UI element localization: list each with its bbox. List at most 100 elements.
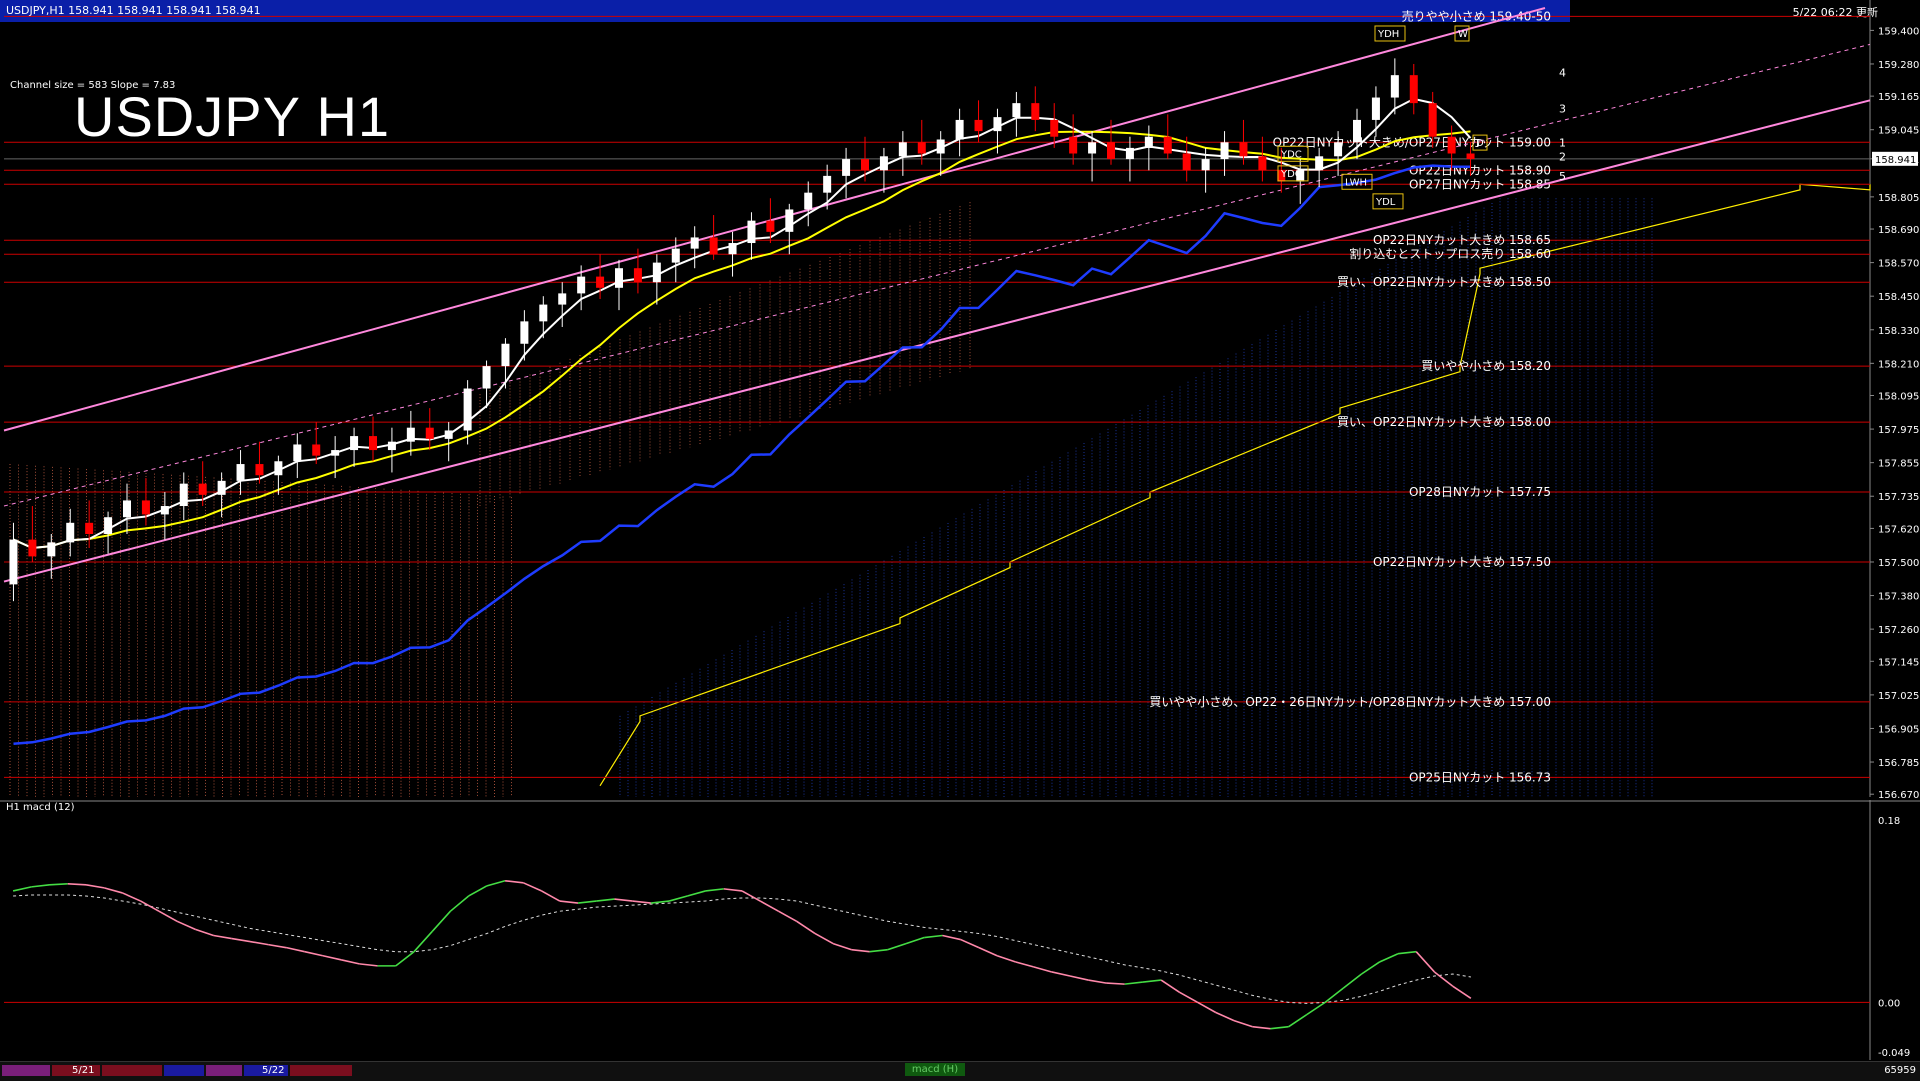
- candle-body: [1371, 97, 1380, 120]
- macd-main-segment: [778, 910, 798, 923]
- macd-main-segment: [322, 954, 342, 961]
- macd-main-segment: [632, 900, 651, 904]
- candle-body: [804, 192, 813, 210]
- price-tick-label: 157.260: [1878, 625, 1919, 636]
- candle-body: [1390, 75, 1399, 98]
- macd-main-segment: [1342, 973, 1363, 989]
- macd-main-segment: [705, 888, 724, 892]
- macd-main-segment: [231, 937, 251, 943]
- price-tick-label: 157.500: [1878, 558, 1919, 569]
- macd-main-segment: [577, 900, 597, 904]
- candle-body: [652, 262, 661, 283]
- candle-body: [406, 427, 415, 442]
- candle-body: [936, 139, 945, 154]
- date-label: 5/22: [262, 1065, 285, 1076]
- candle-body: [917, 142, 926, 154]
- macd-chart[interactable]: 0.18 0.00 -0.049: [0, 800, 1920, 1060]
- candle-body: [123, 500, 131, 518]
- candle-body: [1050, 119, 1059, 137]
- price-tick-label: 159.400: [1878, 26, 1919, 37]
- price-tick-label: 158.570: [1878, 259, 1919, 270]
- price-chart[interactable]: 159.400 159.280 159.165 159.045 158.941 158.8…: [0, 0, 1920, 800]
- macd-main-segment: [887, 942, 907, 951]
- level-label: 買いやや小さめ 158.20: [1421, 359, 1551, 373]
- macd-main-segment: [286, 946, 305, 953]
- macd-main-segment: [486, 880, 506, 887]
- macd-main-segment: [158, 910, 178, 923]
- level-label: 買い、OP22日NYカット大きめ 158.00: [1337, 415, 1551, 429]
- macd-main-segment: [614, 898, 633, 902]
- candle-body: [539, 304, 548, 322]
- level-number: 5: [1559, 170, 1566, 183]
- candle-body: [1069, 136, 1078, 154]
- macd-main-segment: [1361, 961, 1381, 975]
- macd-main-segment: [12, 886, 32, 892]
- macd-main-segment: [1124, 981, 1143, 985]
- candle-body: [1428, 103, 1437, 137]
- macd-main-segment: [49, 883, 68, 886]
- level-label: OP25日NYカット 156.73: [1409, 770, 1551, 784]
- candle-body: [671, 248, 680, 263]
- candle-body: [350, 436, 359, 451]
- macd-main-segment: [1088, 979, 1107, 984]
- candle-body: [974, 119, 983, 132]
- candle-body: [179, 483, 188, 507]
- candle-body: [766, 220, 775, 232]
- candle-body: [861, 159, 869, 171]
- macd-main-segment: [1233, 1019, 1253, 1028]
- candle-body: [1031, 103, 1040, 120]
- candle-body: [1258, 156, 1267, 171]
- macd-main-segment: [304, 950, 324, 957]
- macd-main-segment: [85, 884, 105, 889]
- level-label: 買いやや小さめ、OP22・26日NYカット/OP28日NYカット大きめ 157.…: [1149, 695, 1551, 709]
- candle-body: [596, 276, 605, 288]
- candle-body: [369, 436, 377, 451]
- macd-signal-line: [13, 894, 1471, 1004]
- candle-body: [160, 506, 169, 515]
- candle-body: [1220, 142, 1229, 160]
- macd-main-segment: [213, 934, 232, 940]
- candle-body: [633, 268, 642, 283]
- macd-main-segment: [924, 934, 943, 939]
- macd-main-segment: [195, 928, 214, 937]
- candle-body: [255, 464, 264, 476]
- macd-main-segment: [249, 940, 269, 946]
- level-label: 割り込むとストップロス売り 158.60: [1349, 246, 1551, 261]
- candle-body: [28, 539, 37, 557]
- price-tick-label: 159.280: [1878, 60, 1919, 71]
- macd-main-segment: [505, 879, 524, 884]
- macd-main-segment: [413, 930, 433, 953]
- macd-main-segment: [687, 890, 706, 897]
- macd-main-segment: [140, 900, 160, 912]
- level-number: 3: [1559, 103, 1566, 116]
- candle-body: [1088, 142, 1097, 154]
- macd-main-segment: [268, 943, 287, 949]
- macd-main-segment: [559, 900, 579, 904]
- candle-body: [1144, 136, 1153, 148]
- candle-body: [709, 237, 718, 255]
- macd-tab[interactable]: macd (H): [905, 1063, 965, 1076]
- macd-main-segment: [942, 934, 961, 941]
- macd-main-segment: [1197, 1001, 1217, 1014]
- candle-body: [1409, 75, 1418, 104]
- channel-upper: [3, 7, 1546, 432]
- macd-main-segment: [814, 932, 834, 945]
- candle-body: [1012, 103, 1021, 118]
- price-tick-label: 156.905: [1878, 724, 1919, 735]
- price-tick-label: 158.805: [1878, 193, 1919, 204]
- level-label: OP22日NYカット大きめ 157.50: [1373, 555, 1551, 569]
- current-price-label: 158.941: [1875, 155, 1916, 166]
- session-segment: [290, 1065, 352, 1076]
- macd-main-segment: [1160, 979, 1180, 993]
- box-label: YDC: [1280, 149, 1302, 160]
- macd-main-segment: [1106, 982, 1125, 985]
- macd-main-segment: [1069, 975, 1089, 981]
- macd-main-segment: [1288, 1013, 1308, 1028]
- candle-body: [747, 220, 756, 244]
- level-number: 2: [1559, 150, 1566, 163]
- macd-main-segment: [650, 900, 670, 904]
- price-tick-label: 157.620: [1878, 524, 1919, 535]
- candle-body: [823, 175, 832, 193]
- macd-tick-label: 0.18: [1878, 816, 1900, 827]
- candle-body: [387, 441, 396, 451]
